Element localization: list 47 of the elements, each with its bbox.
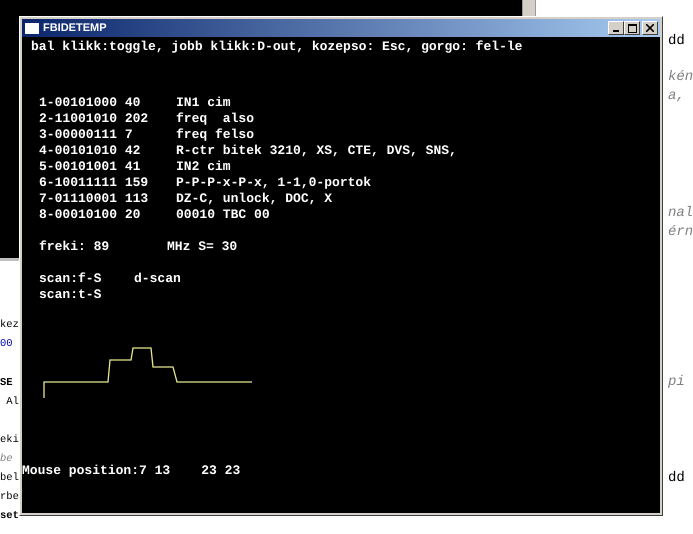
window-icon	[25, 22, 39, 34]
code-fragment: set	[0, 509, 19, 524]
close-button[interactable]	[642, 21, 658, 35]
register-description: IN1 cim	[176, 95, 231, 111]
mouse-position-label: Mouse position:7 13	[22, 463, 170, 479]
code-fragment: eki	[0, 433, 19, 448]
code-fragment: bel	[0, 471, 19, 486]
register-description: DZ-C, unlock, DOC, X	[176, 191, 332, 207]
register-description: freq felso	[176, 127, 254, 143]
register-value: 1-00101000 40	[39, 95, 142, 111]
maximize-icon	[628, 24, 636, 32]
register-value: 3-00000111 7	[39, 127, 134, 143]
mouse-position-value: 23 23	[201, 463, 240, 479]
help-line: bal klikk:toggle, jobb klikk:D-out, kozepso: Esc, gorgo: fel-le	[30, 39, 524, 55]
register-description: IN2 cim	[176, 159, 231, 175]
register-description: P-P-P-x-P-x, 1-1,0-portok	[176, 175, 372, 191]
code-fragment: a,	[668, 87, 686, 106]
register-value: 7-01110001 113	[39, 191, 150, 207]
code-fragment: nal	[668, 204, 693, 223]
register-description: freq also	[176, 111, 254, 127]
code-fragment: Al	[5, 395, 19, 410]
code-fragment: pi	[668, 373, 685, 392]
code-fragment: dd	[668, 32, 686, 51]
register-value: 4-00101010 42	[39, 143, 142, 159]
register-description: R-ctr bitek 3210, XS, CTE, DVS, SNS,	[176, 143, 457, 159]
scan-label: scan:f-S	[39, 271, 102, 287]
code-fragment: dd	[668, 469, 685, 488]
register-value: 2-11001010 202	[39, 111, 150, 127]
code-fragment: 00	[0, 337, 14, 352]
register-description: 00010 TBC 00	[176, 207, 270, 223]
code-fragment: kez	[0, 318, 19, 333]
window-title: FBIDETEMP	[43, 22, 107, 34]
register-value: 8-00010100 20	[39, 207, 142, 223]
scan-label: scan:t-S	[39, 287, 102, 303]
code-fragment: SE	[0, 376, 14, 391]
code-fragment: rbe	[0, 490, 19, 505]
frequency-label: freki: 89	[39, 239, 110, 255]
scan-mode: d-scan	[134, 271, 181, 287]
register-value: 6-10011111 159	[39, 175, 150, 191]
code-fragment: be	[0, 452, 14, 467]
frequency-unit: MHz S= 30	[167, 239, 238, 255]
minimize-button[interactable]	[608, 21, 624, 35]
code-fragment: kén	[668, 68, 693, 87]
close-icon	[646, 24, 654, 32]
maximize-button[interactable]	[624, 21, 640, 35]
register-value: 5-00101001 41	[39, 159, 142, 175]
code-fragment: érn	[668, 223, 693, 242]
